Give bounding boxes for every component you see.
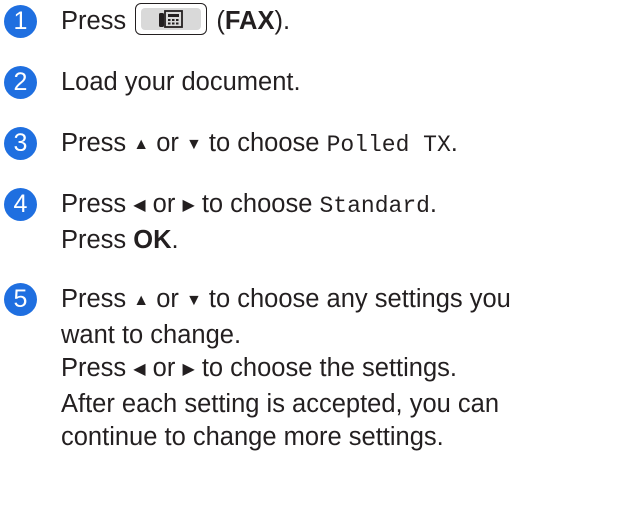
fax-key-icon <box>135 3 208 36</box>
fax-key-label: FAX <box>224 7 275 35</box>
left-arrow-icon: ◀ <box>133 361 146 378</box>
step-text: Press ▲ or ▼ to choose Polled TX. <box>61 129 458 158</box>
step-text: Press ▲ or ▼ to choose any settings you … <box>61 285 511 451</box>
step-text: Press (FAX). <box>61 3 614 38</box>
step-number-badge: 2 <box>4 66 37 99</box>
left-arrow-icon: ◀ <box>133 197 146 214</box>
fax-machine-icon <box>159 10 184 29</box>
step-number-badge: 5 <box>4 283 37 316</box>
step-number-badge: 3 <box>4 127 37 160</box>
step-number-badge: 4 <box>4 188 37 221</box>
right-arrow-icon: ▶ <box>182 361 195 378</box>
up-arrow-icon: ▲ <box>133 292 150 309</box>
down-arrow-icon: ▼ <box>185 136 202 153</box>
lcd-option: Standard <box>319 193 430 219</box>
step-text: Load your document. <box>61 68 301 96</box>
down-arrow-icon: ▼ <box>185 292 202 309</box>
up-arrow-icon: ▲ <box>133 136 150 153</box>
ok-key-label: OK <box>133 226 172 254</box>
right-arrow-icon: ▶ <box>182 197 195 214</box>
step-text-press: Press <box>61 7 127 35</box>
step-number-badge: 1 <box>4 5 37 38</box>
step-text: Press ◀ or ▶ to choose Standard. Press O… <box>61 190 438 254</box>
lcd-option: Polled TX <box>326 132 451 158</box>
